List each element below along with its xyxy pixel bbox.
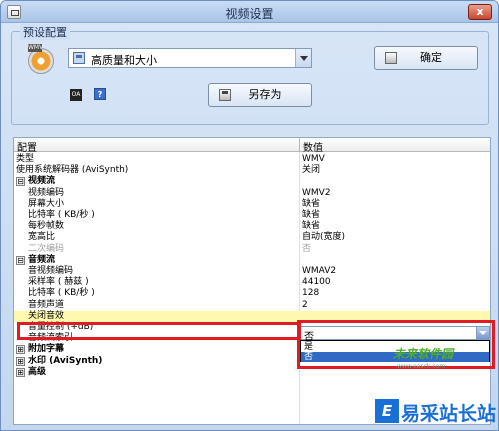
grid-property-row[interactable]: 宽高比 自动(宽度)	[14, 232, 490, 243]
property-value[interactable]: 缺省	[302, 210, 320, 221]
watermark-brand: 易采站长站	[401, 403, 497, 425]
video-settings-window: 视频设置 x 预设配置 WMV 高质量和大小 确定 OA ? 另存为 配置 数值…	[0, 0, 499, 431]
save-as-button-label: 另存为	[248, 88, 282, 101]
ok-icon	[385, 52, 397, 64]
property-name: 类型	[16, 154, 35, 164]
watermark-logo-icon: E	[375, 399, 399, 423]
window-title: 视频设置	[225, 7, 274, 21]
column-divider[interactable]	[299, 138, 300, 152]
expand-icon[interactable]: ⊞	[16, 367, 25, 377]
grid-property-row[interactable]: 比特率 ( KB/秒 ) 128	[14, 288, 490, 299]
grid-property-row[interactable]: 音视频编码 WMAV2	[14, 266, 490, 277]
property-name: 高级	[28, 366, 47, 377]
property-value[interactable]: 2	[302, 300, 308, 311]
property-name: 关闭音效	[28, 310, 65, 321]
watermark-arc-text: 未来软件园	[393, 347, 454, 361]
property-value[interactable]: 自动(宽度)	[302, 232, 345, 243]
column-header-config[interactable]: 配置	[17, 139, 37, 154]
help-icon[interactable]: ?	[94, 88, 106, 100]
column-header-value[interactable]: 数值	[303, 139, 323, 154]
save-icon	[219, 89, 231, 101]
property-name: 宽高比	[28, 232, 56, 243]
close-button[interactable]: x	[468, 4, 492, 20]
property-name: 比特率 ( KB/秒 )	[28, 288, 95, 299]
property-name: 每秒帧数	[28, 221, 65, 232]
ok-button[interactable]: 确定	[374, 46, 478, 70]
save-as-button[interactable]: 另存为	[208, 83, 312, 107]
property-name: 音量控制 (+dB)	[28, 322, 94, 332]
grid-property-row[interactable]: 关闭音效	[14, 310, 490, 322]
property-value[interactable]: 缺省	[302, 221, 320, 232]
property-name: 视频编码	[28, 187, 65, 198]
preset-select-value: 高质量和大小	[91, 54, 157, 67]
property-value[interactable]: 否	[302, 244, 311, 255]
expand-icon[interactable]: ⊞	[16, 356, 25, 366]
preset-select[interactable]: 高质量和大小	[68, 48, 312, 68]
preset-group: 预设配置 WMV 高质量和大小 确定 OA ? 另存为	[11, 24, 489, 125]
grid-header: 配置 数值	[14, 138, 490, 154]
property-name: 二次编码	[28, 243, 65, 254]
ok-button-label: 确定	[420, 51, 442, 64]
property-value[interactable]: WMV2	[302, 188, 331, 199]
preset-select-icon	[73, 52, 85, 64]
property-name: 水印 (AviSynth)	[28, 355, 103, 366]
preset-group-legend: 预设配置	[20, 24, 70, 40]
property-name: 视频流	[28, 176, 56, 187]
grid-property-row[interactable]: 比特率 ( KB/秒 ) 缺省	[14, 210, 490, 221]
settings-property-grid: 配置 数值 类型 WMV 使用系统解码器 (AviSynth) 关闭 ⊟ 视频流 视频编码 W…	[13, 137, 491, 425]
grid-category-row[interactable]: ⊟ 视频流	[14, 176, 490, 187]
grid-property-row[interactable]: 二次编码 否	[14, 244, 490, 255]
grid-property-row[interactable]: 音频声道 2	[14, 300, 490, 311]
grid-property-row[interactable]: 类型 WMV	[14, 154, 490, 165]
property-value[interactable]: 128	[302, 288, 319, 299]
property-value[interactable]: 44100	[302, 277, 331, 288]
property-name: 使用系统解码器 (AviSynth)	[16, 165, 129, 176]
watermark-url: www.easck.com	[397, 363, 446, 370]
property-value[interactable]: 关闭	[302, 165, 320, 176]
mute-audio-dropdown[interactable]: 否	[300, 326, 490, 343]
collapse-icon[interactable]: ⊟	[16, 177, 25, 187]
property-value[interactable]: WMAV2	[302, 266, 336, 277]
property-value[interactable]: 缺省	[302, 199, 320, 210]
grid-property-row[interactable]: 屏幕大小 缺省	[14, 199, 490, 210]
chevron-down-icon[interactable]	[295, 49, 311, 67]
grid-property-row[interactable]: 每秒帧数 缺省	[14, 221, 490, 232]
grid-category-row[interactable]: ⊟ 音频流	[14, 255, 490, 266]
property-name: 采样率 ( 赫兹 )	[28, 277, 89, 288]
grid-property-row[interactable]: 视频编码 WMV2	[14, 188, 490, 199]
property-name: 音视频编码	[28, 266, 74, 276]
property-name: 屏幕大小	[28, 198, 65, 209]
grid-property-row[interactable]: 采样率 ( 赫兹 ) 44100	[14, 277, 490, 288]
oa-icon[interactable]: OA	[70, 89, 82, 101]
property-value[interactable]: WMV	[302, 154, 325, 165]
grid-property-row[interactable]: 使用系统解码器 (AviSynth) 关闭	[14, 165, 490, 176]
collapse-icon[interactable]: ⊟	[16, 255, 25, 265]
property-name: 音频流	[28, 254, 56, 265]
property-name: 附加字幕	[28, 344, 65, 355]
property-name: 音频流索引	[28, 333, 74, 344]
property-name: 比特率 ( KB/秒 )	[28, 210, 95, 220]
chevron-down-icon[interactable]	[476, 327, 489, 339]
wmv-format-tag: WMV	[28, 44, 44, 52]
property-name: 音频声道	[28, 299, 65, 310]
expand-icon[interactable]: ⊞	[16, 345, 25, 355]
title-bar: 视频设置 x	[1, 1, 498, 23]
